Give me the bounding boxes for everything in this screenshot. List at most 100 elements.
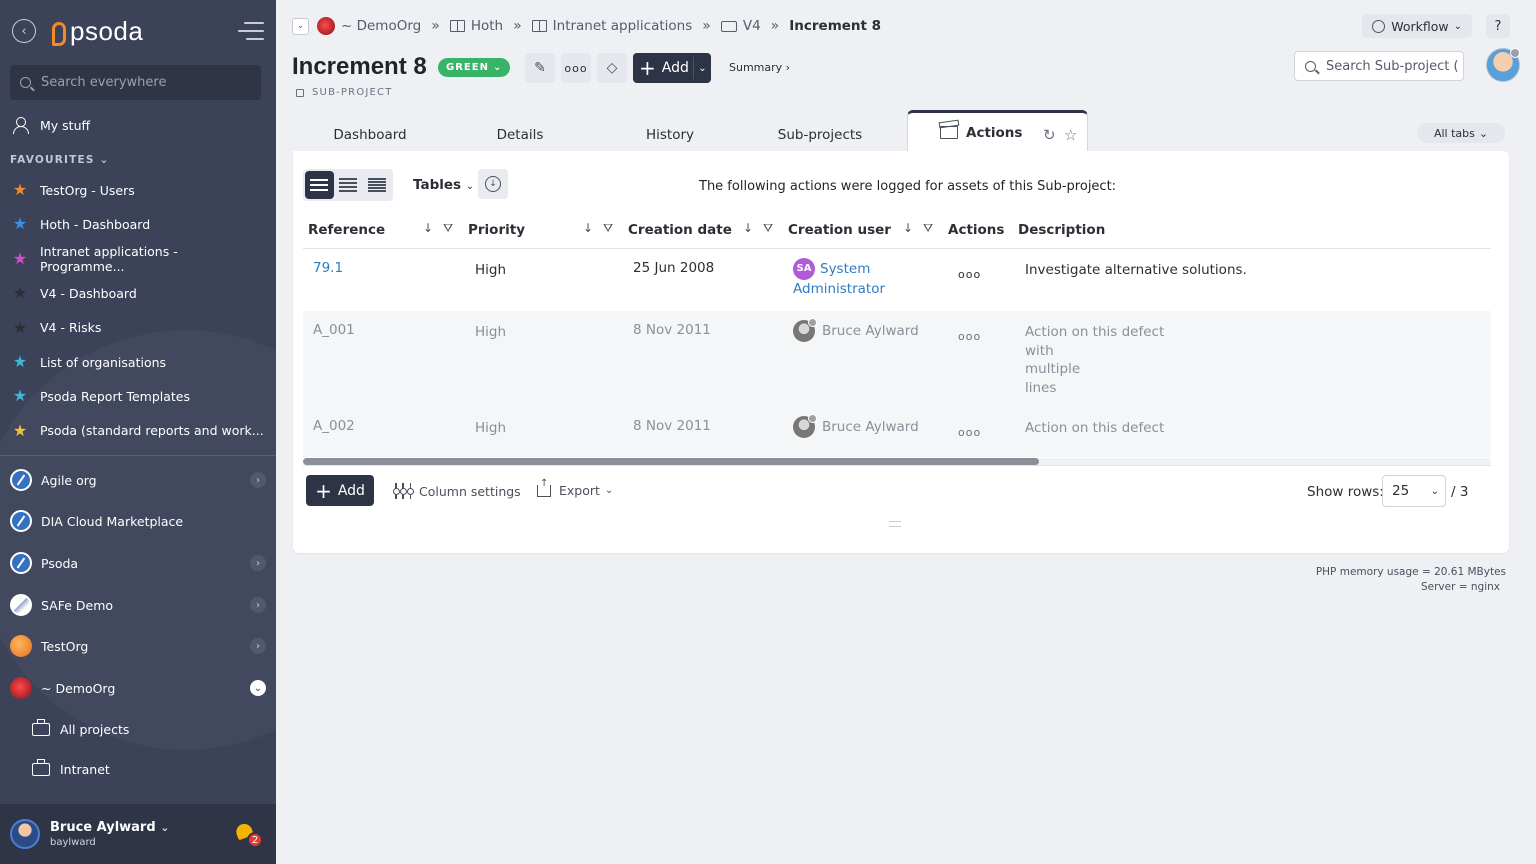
rows-per-page-select[interactable]: 25 ⌄ xyxy=(1382,475,1446,507)
table-row[interactable]: A_001 High 8 Nov 2011 Bruce Aylward ooo … xyxy=(303,311,1491,407)
chevron-right-icon[interactable]: › xyxy=(250,638,266,654)
filter-icon[interactable]: ⛛ xyxy=(923,221,933,236)
tables-dropdown[interactable]: Tables ⌄ xyxy=(413,177,474,193)
org-logo-icon xyxy=(10,594,32,616)
tag-button[interactable]: ◇ xyxy=(597,53,627,83)
column-header-reference[interactable]: Reference xyxy=(308,222,385,238)
summary-link[interactable]: Summary › xyxy=(729,61,790,74)
sidebar-favourite-item[interactable]: ★ Psoda (standard reports and work... xyxy=(10,416,266,446)
sidebar-org-item[interactable]: SAFe Demo › xyxy=(10,590,266,620)
column-header-creation-user[interactable]: Creation user xyxy=(788,222,891,238)
reference-link[interactable]: A_002 xyxy=(313,417,355,436)
tab-sub-projects[interactable]: Sub-projects xyxy=(746,118,894,152)
sidebar-item-my-stuff[interactable]: My stuff xyxy=(10,110,266,140)
global-search-input[interactable]: Search everywhere xyxy=(10,65,261,100)
favourites-heading[interactable]: FAVOURITES ⌄ xyxy=(10,154,110,166)
star-icon[interactable]: ☆ xyxy=(1064,126,1077,144)
sidebar-favourite-item[interactable]: ★ V4 - Risks xyxy=(10,313,266,343)
user-name[interactable]: Bruce Aylward xyxy=(822,323,919,339)
chevron-down-icon[interactable]: ⌄ xyxy=(693,57,711,79)
horizontal-scrollbar[interactable] xyxy=(303,458,1491,465)
view-comfortable-button[interactable] xyxy=(305,171,334,199)
panel-resize-handle[interactable] xyxy=(889,521,901,527)
sub-project-search-input[interactable]: Search Sub-project ( xyxy=(1294,51,1464,81)
sidebar-favourite-item[interactable]: ★ List of organisations xyxy=(10,347,266,377)
sidebar-favourite-item[interactable]: ★ Psoda Report Templates xyxy=(10,381,266,411)
help-button[interactable]: ? xyxy=(1486,14,1510,38)
edit-button[interactable]: ✎ xyxy=(525,53,555,83)
breadcrumb-item-hoth[interactable]: Hoth xyxy=(471,18,503,34)
breadcrumb-dropdown-icon[interactable]: ⌄ xyxy=(292,17,309,35)
chevron-right-icon[interactable]: › xyxy=(250,472,266,488)
all-tabs-dropdown[interactable]: All tabs ⌄ xyxy=(1417,123,1505,143)
breadcrumb-item-intranet-applications[interactable]: Intranet applications xyxy=(553,18,693,34)
row-actions-menu[interactable]: ooo xyxy=(958,328,981,347)
sidebar-org-item[interactable]: ~ DemoOrg ⌄ xyxy=(10,673,266,703)
reference-link[interactable]: A_001 xyxy=(313,321,355,340)
psoda-logo[interactable]: psoda xyxy=(52,16,143,47)
sort-icon[interactable]: ↓ xyxy=(583,221,593,235)
table-row[interactable]: 79.1 High 25 Jun 2008 SA System Administr… xyxy=(303,249,1491,311)
column-header-creation-date[interactable]: Creation date xyxy=(628,222,732,238)
reference-link[interactable]: 79.1 xyxy=(313,259,343,278)
sidebar-org-item[interactable]: Agile org › xyxy=(10,465,266,495)
current-user[interactable]: Bruce Aylward ⌄ baylward 2 xyxy=(0,804,276,864)
status-badge[interactable]: GREEN ⌄ xyxy=(438,58,511,77)
tag-icon: ◇ xyxy=(606,60,618,76)
user-link[interactable]: System xyxy=(820,261,870,277)
sidebar-favourite-item[interactable]: ★ Hoth - Dashboard xyxy=(10,209,266,239)
notifications-icon[interactable]: 2 xyxy=(234,821,263,848)
back-icon[interactable]: ‹ xyxy=(12,19,36,43)
sidebar-divider xyxy=(0,455,276,456)
filter-icon[interactable]: ⛛ xyxy=(763,221,773,236)
filter-icon[interactable]: ⛛ xyxy=(603,221,613,236)
sort-icon[interactable]: ↓ xyxy=(423,221,433,235)
add-action-button[interactable]: + Add xyxy=(306,475,374,506)
export-button[interactable]: Export ⌄ xyxy=(537,478,613,498)
avatar[interactable] xyxy=(1486,48,1520,82)
column-settings-button[interactable]: Column settings xyxy=(393,483,521,499)
user-link-line2[interactable]: Administrator xyxy=(793,281,885,297)
sidebar-item-intranet[interactable]: Intranet xyxy=(32,755,266,783)
chevron-down-icon: ⌄ xyxy=(160,821,170,834)
view-dense-button[interactable] xyxy=(362,171,391,199)
priority-cell: High xyxy=(475,262,507,278)
tab-history[interactable]: History xyxy=(596,118,744,152)
chevron-down-icon[interactable]: ⌄ xyxy=(250,680,266,696)
table-row[interactable]: A_002 High 8 Nov 2011 Bruce Aylward ooo … xyxy=(303,407,1491,457)
sidebar-favourite-item[interactable]: ★ TestOrg - Users xyxy=(10,175,266,205)
org-logo-icon xyxy=(10,635,32,657)
more-options-button[interactable]: ooo xyxy=(561,53,591,83)
collapse-sidebar-icon[interactable] xyxy=(238,22,264,40)
sidebar-org-item[interactable]: TestOrg › xyxy=(10,631,266,661)
workflow-button[interactable]: Workflow ⌄ xyxy=(1362,14,1472,38)
creation-user-cell: SA System Administrator xyxy=(793,258,885,299)
row-actions-menu[interactable]: ooo xyxy=(958,424,981,443)
sidebar-item-all-projects[interactable]: All projects xyxy=(32,715,266,743)
star-icon: ★ xyxy=(12,386,28,406)
tab-details[interactable]: Details xyxy=(446,118,594,152)
sort-icon[interactable]: ↓ xyxy=(743,221,753,235)
sidebar-org-item[interactable]: Psoda › xyxy=(10,548,266,578)
column-header-priority[interactable]: Priority xyxy=(468,222,525,238)
sort-icon[interactable]: ↓ xyxy=(903,221,913,235)
add-button[interactable]: + Add ⌄ xyxy=(633,53,711,83)
breadcrumb-item-demoorg[interactable]: ~ DemoOrg xyxy=(341,18,421,34)
chevron-right-icon[interactable]: › xyxy=(250,597,266,613)
user-name[interactable]: Bruce Aylward xyxy=(822,419,919,435)
chevron-down-icon: ⌄ xyxy=(99,154,110,166)
tab-dashboard[interactable]: Dashboard xyxy=(296,118,444,152)
view-compact-button[interactable] xyxy=(334,171,363,199)
chevron-right-icon[interactable]: › xyxy=(250,555,266,571)
breadcrumb-item-v4[interactable]: V4 xyxy=(743,18,761,34)
refresh-icon[interactable]: ↻ xyxy=(1043,126,1056,144)
tab-actions[interactable]: Actions ↻ ☆ xyxy=(907,110,1088,152)
sidebar-favourite-item[interactable]: ★ Intranet applications - Programme... xyxy=(10,244,266,274)
scrollbar-thumb[interactable] xyxy=(303,458,1039,465)
column-header-description[interactable]: Description xyxy=(1018,222,1105,238)
sidebar-favourite-item[interactable]: ★ V4 - Dashboard xyxy=(10,278,266,308)
download-button[interactable]: ↓ xyxy=(478,169,508,199)
sidebar-org-item[interactable]: DIA Cloud Marketplace xyxy=(10,506,266,536)
filter-icon[interactable]: ⛛ xyxy=(443,221,453,236)
row-actions-menu[interactable]: ooo xyxy=(958,266,981,285)
